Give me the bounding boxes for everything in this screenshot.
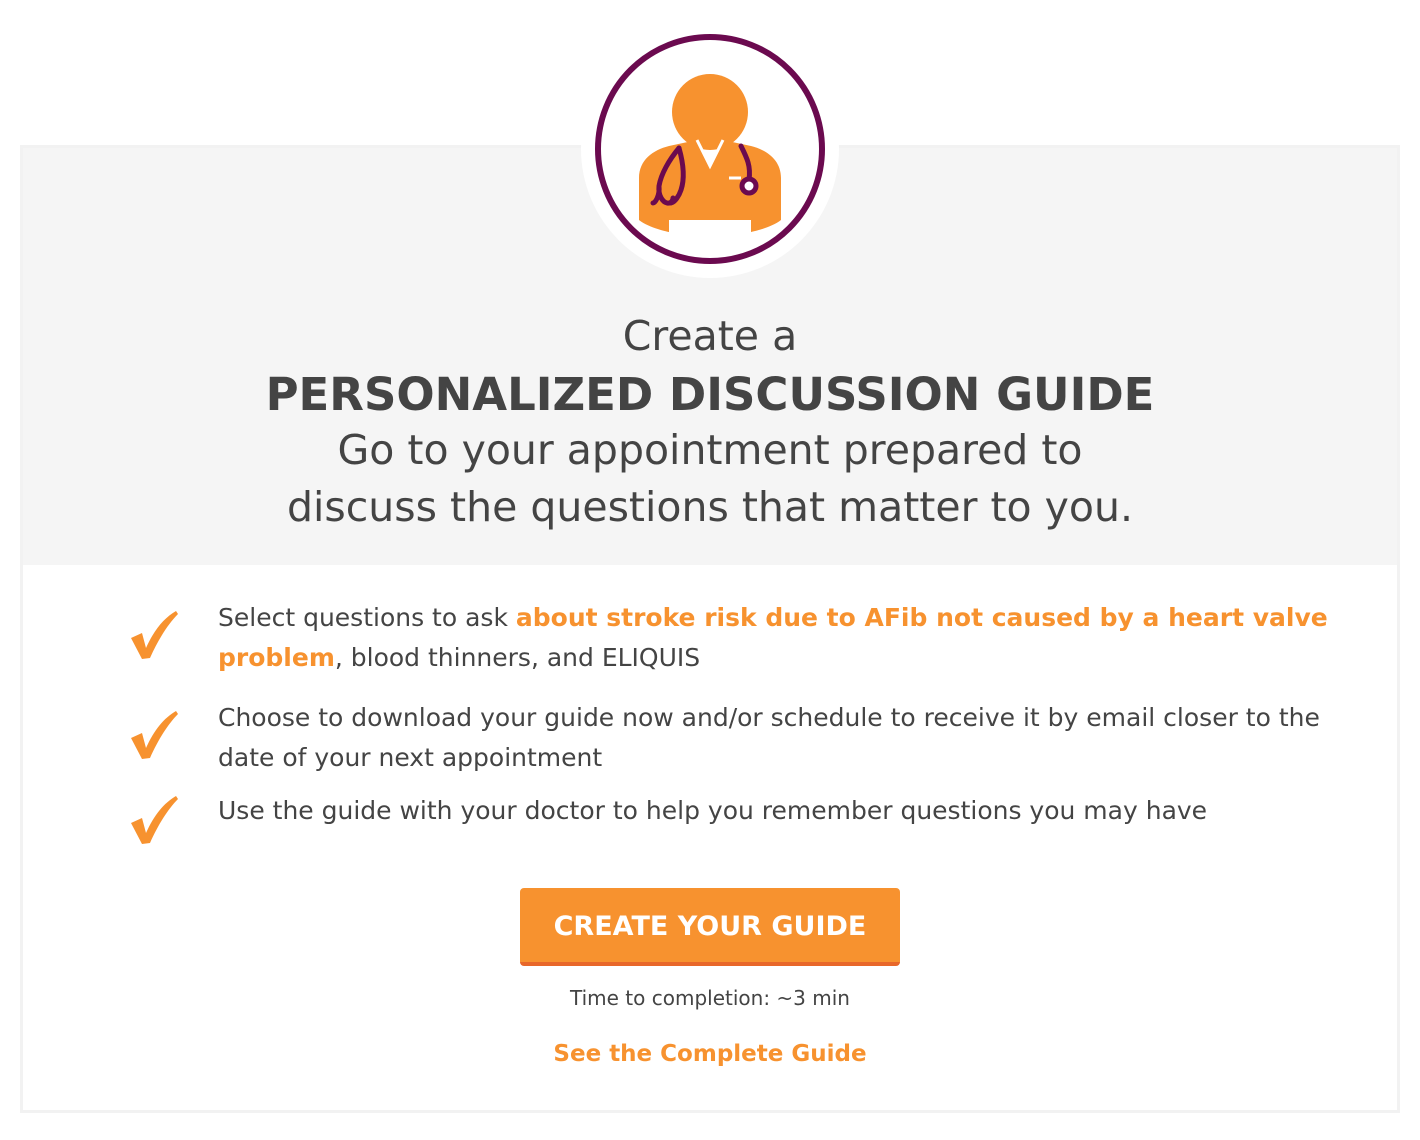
checkmark-icon [131,611,178,659]
headline-title: PERSONALIZED DISCUSSION GUIDE [265,368,1155,421]
checklist-item-text: Use the guide with your doctor to help y… [218,796,1208,825]
checklist-item-text-start: Select questions to ask [218,603,516,632]
checkmark-icon [131,796,178,844]
checklist-item-text-end: , blood thinners, and ELIQUIS [334,643,701,672]
doctor-with-stethoscope-icon [639,74,781,232]
time-to-completion: Time to completion: ~3 min [570,986,850,1010]
checklist-item-text: Choose to download your guide now and/or… [218,703,1320,772]
checklist-item-text: Select questions to ask about stroke ris… [218,598,1348,678]
create-your-guide-button[interactable]: CREATE YOUR GUIDE [520,888,900,966]
headline-intro: Create a [622,312,798,360]
see-complete-guide-link[interactable]: See the Complete Guide [23,1041,1397,1067]
discussion-guide-card: Create a PERSONALIZED DISCUSSION GUIDE G… [20,145,1400,1113]
avatar-ring [595,34,825,264]
checkmark-icon [131,711,178,759]
headline-subtitle: Go to your appointment prepared to discu… [286,426,1134,531]
avatar [581,20,839,278]
